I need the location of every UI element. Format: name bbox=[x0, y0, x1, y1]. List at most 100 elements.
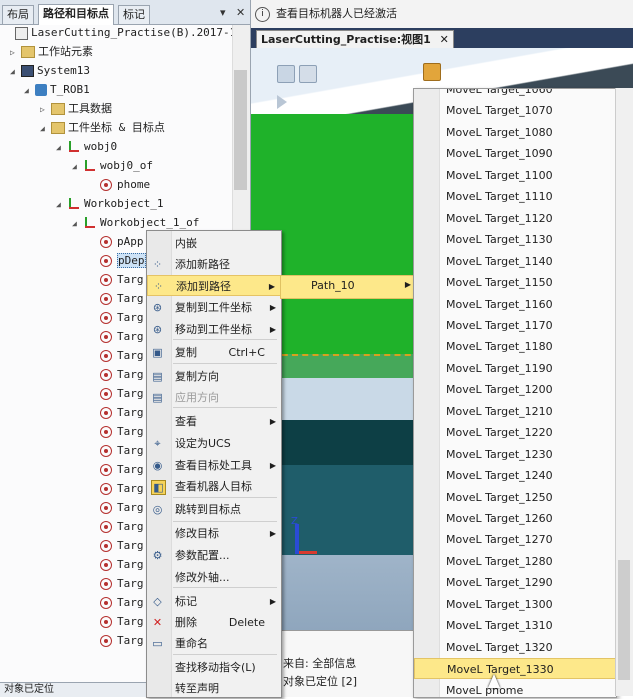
context-menu-item[interactable]: ✕ 删除 Delete bbox=[147, 612, 281, 633]
tree-node[interactable]: Targ bbox=[88, 593, 144, 612]
tree-node[interactable]: Targ bbox=[88, 574, 144, 593]
tree-node[interactable]: pDep bbox=[88, 251, 146, 270]
context-menu-item[interactable]: 修改目标 ▶ bbox=[147, 523, 281, 544]
tree-node[interactable]: ▷ 工具数据 bbox=[40, 99, 112, 118]
expand-toggle-icon[interactable]: ◢ bbox=[72, 214, 81, 233]
snap-mode-icon[interactable] bbox=[299, 65, 317, 83]
move-instruction-item[interactable]: MoveL Target_1200 bbox=[414, 379, 616, 400]
move-instruction-item[interactable]: MoveL Target_1210 bbox=[414, 401, 616, 422]
tree-node[interactable]: ◢ System13 bbox=[10, 61, 90, 80]
tree-node[interactable]: Targ bbox=[88, 479, 144, 498]
tree-node[interactable]: Targ bbox=[88, 517, 144, 536]
context-menu-item[interactable]: ◇ 标记 ▶ bbox=[147, 591, 281, 612]
move-instruction-item[interactable]: MoveL Target_1310 bbox=[414, 615, 616, 636]
tree-node[interactable]: Targ bbox=[88, 384, 144, 403]
tree-node[interactable]: ◢ wobj0_of bbox=[72, 156, 153, 175]
tree-node[interactable]: Targ bbox=[88, 631, 144, 650]
tree-node[interactable]: Targ bbox=[88, 422, 144, 441]
move-instruction-item[interactable]: MoveL Target_1180 bbox=[414, 336, 616, 357]
tab-layout[interactable]: 布局 bbox=[2, 5, 34, 24]
tree-node[interactable]: Targ bbox=[88, 612, 144, 631]
tree-node[interactable]: LaserCutting_Practise(B).2017-1-⋯ bbox=[4, 25, 232, 42]
tab-view1[interactable]: LaserCutting_Practise:视图1 ✕ bbox=[256, 30, 454, 48]
move-instruction-item[interactable]: MoveL Target_1110 bbox=[414, 186, 616, 207]
move-instruction-item[interactable]: MoveL Target_1100 bbox=[414, 165, 616, 186]
context-menu-item[interactable]: ⌖ 设定为UCS bbox=[147, 433, 281, 454]
tree-node[interactable]: Targ bbox=[88, 555, 144, 574]
context-menu-item[interactable]: ⊛ 移动到工件坐标 ▶ bbox=[147, 319, 281, 340]
context-menu-item[interactable]: ⚙ 参数配置... bbox=[147, 545, 281, 566]
move-instruction-item[interactable]: MoveL Target_1290 bbox=[414, 572, 616, 593]
expand-toggle-icon[interactable]: ◢ bbox=[72, 157, 81, 176]
tree-node[interactable]: phome bbox=[88, 175, 150, 194]
move-instruction-item[interactable]: MoveL Target_1130 bbox=[414, 229, 616, 250]
expand-toggle-icon[interactable]: ◢ bbox=[56, 195, 65, 214]
move-instruction-item[interactable]: MoveL Target_1330 bbox=[414, 658, 616, 680]
tree-node[interactable]: Targ bbox=[88, 289, 144, 308]
move-instruction-item[interactable]: MoveL Target_1120 bbox=[414, 208, 616, 229]
move-instruction-item[interactable]: MoveL Target_1300 bbox=[414, 594, 616, 615]
move-instruction-item[interactable]: MoveL Target_1160 bbox=[414, 294, 616, 315]
tree-node[interactable]: pApp bbox=[88, 232, 144, 251]
move-instruction-item[interactable]: MoveL Target_1090 bbox=[414, 143, 616, 164]
context-menu-item[interactable]: 查看 ▶ bbox=[147, 411, 281, 432]
panel-close-icon[interactable]: ✕ bbox=[236, 6, 245, 19]
tree-node[interactable]: Targ bbox=[88, 498, 144, 517]
tree-node[interactable]: Targ bbox=[88, 308, 144, 327]
move-instruction-item[interactable]: MoveL Target_1260 bbox=[414, 508, 616, 529]
context-menu-item[interactable]: ⁘ 添加新路径 bbox=[147, 254, 281, 275]
move-instruction-item[interactable]: MoveL Target_1190 bbox=[414, 358, 616, 379]
expand-toggle-icon[interactable]: ◢ bbox=[56, 138, 65, 157]
move-instruction-item[interactable]: MoveL Target_1170 bbox=[414, 315, 616, 336]
expand-toggle-icon[interactable]: ◢ bbox=[24, 81, 33, 100]
move-instruction-item[interactable]: MoveL Target_1250 bbox=[414, 487, 616, 508]
context-menu-item[interactable]: 查找移动指令(L) bbox=[147, 657, 281, 678]
tree-node[interactable]: ◢ wobj0 bbox=[56, 137, 117, 156]
tree-node[interactable]: Targ bbox=[88, 536, 144, 555]
panel-menu-icon[interactable]: ▾ bbox=[220, 6, 226, 19]
move-instruction-item[interactable]: MoveL Target_1140 bbox=[414, 251, 616, 272]
tree-node[interactable]: Targ bbox=[88, 460, 144, 479]
context-menu-item[interactable]: ⁘ 添加到路径 ▶ bbox=[147, 275, 281, 296]
context-menu-item[interactable]: ◧ 查看机器人目标 bbox=[147, 476, 281, 497]
expand-toggle-icon[interactable]: ▷ bbox=[10, 43, 19, 62]
move-instruction-item[interactable]: MoveL Target_1230 bbox=[414, 444, 616, 465]
tree-node[interactable]: Targ bbox=[88, 270, 144, 289]
robot-tool-icon[interactable] bbox=[423, 63, 441, 81]
context-menu-item[interactable]: 内嵌 bbox=[147, 233, 281, 254]
tree-node[interactable]: Targ bbox=[88, 327, 144, 346]
context-menu-item[interactable]: 修改外轴... bbox=[147, 567, 281, 588]
move-instruction-item[interactable]: MoveL Target_1280 bbox=[414, 551, 616, 572]
context-menu-item[interactable]: ▤ 复制方向 bbox=[147, 366, 281, 387]
move-instruction-item[interactable]: MoveL Target_1080 bbox=[414, 122, 616, 143]
move-instruction-item[interactable]: MoveL Target_1060 bbox=[414, 89, 616, 100]
move-instruction-item[interactable]: MoveL Target_1070 bbox=[414, 100, 616, 121]
expand-toggle-icon[interactable]: ▷ bbox=[40, 100, 49, 119]
close-icon[interactable]: ✕ bbox=[440, 33, 449, 46]
context-menu-item[interactable]: ⊛ 复制到工件坐标 ▶ bbox=[147, 297, 281, 318]
move-instruction-item[interactable]: MoveL Target_1270 bbox=[414, 529, 616, 550]
tree-node[interactable]: ◢ 工件坐标 & 目标点 bbox=[40, 118, 165, 137]
context-menu-item[interactable]: ▣ 复制 Ctrl+C bbox=[147, 342, 281, 363]
tree-node[interactable]: Targ bbox=[88, 441, 144, 460]
move-instruction-item[interactable]: MoveL Target_1240 bbox=[414, 465, 616, 486]
tree-node[interactable]: Targ bbox=[88, 365, 144, 384]
context-menu-item[interactable]: ▭ 重命名 bbox=[147, 633, 281, 654]
move-instruction-item[interactable]: MoveL Target_1320 bbox=[414, 637, 616, 658]
move-instruction-item[interactable]: MoveL Target_1150 bbox=[414, 272, 616, 293]
expand-toggle-icon[interactable]: ◢ bbox=[10, 62, 19, 81]
tree-node[interactable]: ◢ T_ROB1 bbox=[24, 80, 90, 99]
tab-tags[interactable]: 标记 bbox=[118, 5, 150, 24]
tree-node[interactable]: ◢ Workobject_1 bbox=[56, 194, 163, 213]
context-menu-item[interactable]: ◎ 跳转到目标点 bbox=[147, 499, 281, 520]
tree-node[interactable]: Targ bbox=[88, 403, 144, 422]
tree-node[interactable]: ▷ 工作站元素 bbox=[10, 42, 93, 61]
tree-scrollbar-thumb[interactable] bbox=[234, 70, 247, 190]
select-mode-icon[interactable] bbox=[277, 65, 295, 83]
list-scrollbar-thumb[interactable] bbox=[618, 560, 630, 680]
move-instruction-item[interactable]: MoveL phome bbox=[414, 680, 616, 697]
expand-toggle-icon[interactable]: ◢ bbox=[40, 119, 49, 138]
tab-paths-targets[interactable]: 路径和目标点 bbox=[38, 4, 114, 25]
context-menu-item[interactable]: ◉ 查看目标处工具 ▶ bbox=[147, 455, 281, 476]
move-instruction-item[interactable]: MoveL Target_1220 bbox=[414, 422, 616, 443]
